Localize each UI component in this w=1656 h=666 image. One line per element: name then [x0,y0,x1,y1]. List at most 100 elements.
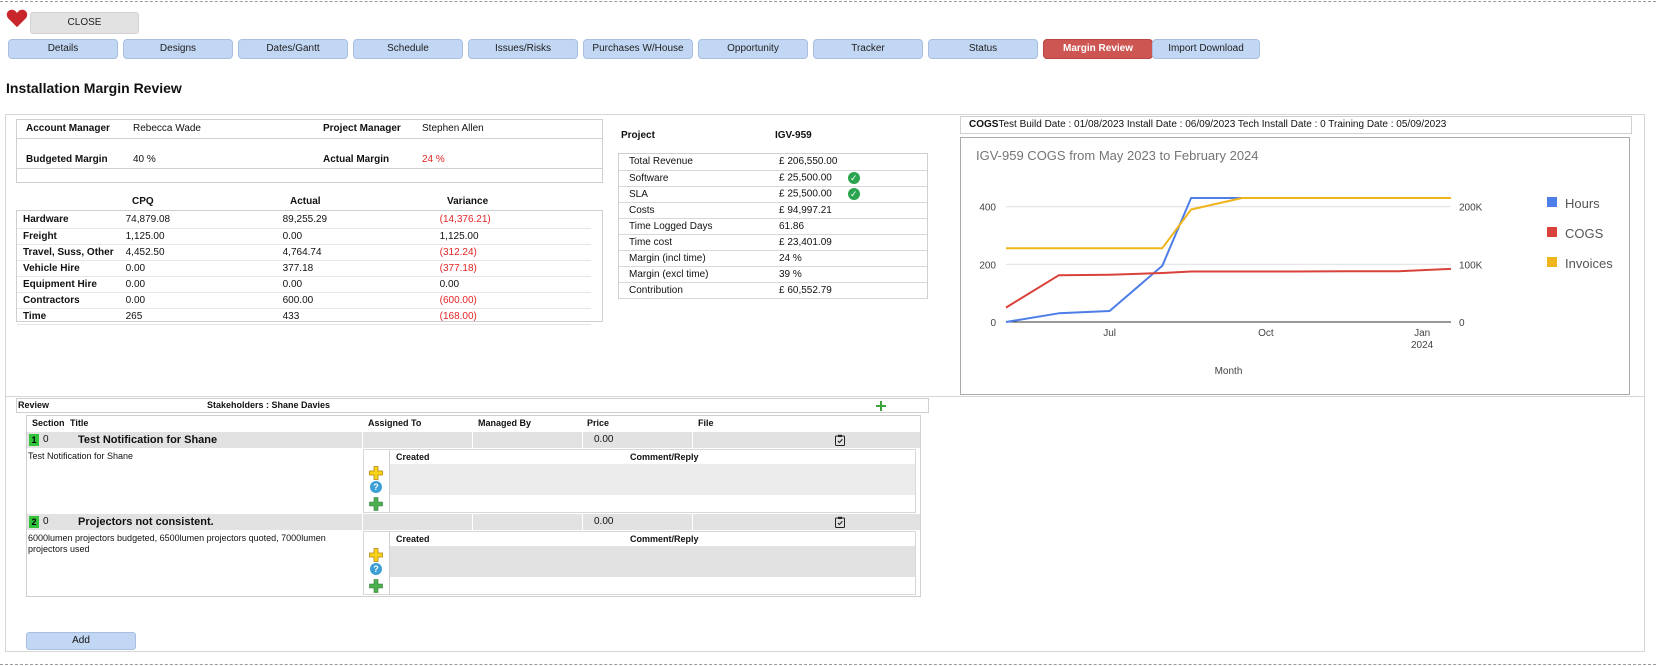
account-manager-value: Rebecca Wade [133,123,201,134]
margin-row-label: Equipment Hire [17,276,120,293]
financial-row-value: £ 25,500.00 [779,188,832,200]
tab-bar: Details Designs Dates/Gantt Schedule Iss… [8,39,1260,59]
heart-icon[interactable] [6,8,28,28]
add-reply-icon[interactable] [369,579,383,593]
bottom-border [0,664,1656,665]
financial-row-value: £ 206,550.00 [779,156,838,168]
tab-dates-gantt[interactable]: Dates/Gantt [238,39,348,59]
financial-row-value-cell: 24 % [769,250,927,267]
tab-tracker[interactable]: Tracker [813,39,923,59]
financial-row-value: 24 % [779,252,802,264]
comment-col-created: Created [396,534,430,544]
margin-row-label: Freight [17,228,120,245]
tab-status[interactable]: Status [928,39,1038,59]
legend-hours-label: Hours [1565,196,1600,211]
cogs-chart-svg: 0 200 400 0 100K 200K Jul Oct Jan2024 Month [979,197,1483,377]
financial-row-value: 61.86 [779,220,805,232]
financial-row-value: £ 25,500.00 [779,172,832,184]
margin-row-label: Travel, Suss, Other [17,244,120,261]
financial-row: Time Logged Days 61.86 [619,218,927,235]
y-right-tick-label: 0 [1459,318,1465,329]
item-number-badge: 1 [29,434,39,446]
item-title[interactable]: Projectors not consistent. [78,516,214,528]
financial-row-value: 39 % [779,268,802,280]
financial-row-value-cell: £ 25,500.00 ✓ [769,186,927,203]
financial-row: Margin (incl time) 24 % [619,250,927,267]
add-comment-icon[interactable] [369,466,383,480]
col-header-cpq: CPQ [132,196,154,207]
tab-designs[interactable]: Designs [123,39,233,59]
margin-row-actual: 0.00 [276,228,434,245]
tab-import-download[interactable]: Import Download [1152,39,1260,59]
legend-invoices: Invoices [1547,256,1613,271]
margin-row: Time 265 433 (168.00) [17,308,591,325]
tab-purchases-warehouse[interactable]: Purchases W/House [583,39,693,59]
financial-row-label: SLA [619,186,769,203]
add-reply-icon[interactable] [369,497,383,511]
financial-row-label: Margin (incl time) [619,250,769,267]
tab-schedule[interactable]: Schedule [353,39,463,59]
margin-row-label: Vehicle Hire [17,260,120,277]
help-icon[interactable]: ? [370,481,382,493]
add-button[interactable]: Add [26,632,136,650]
margin-row-actual: 0.00 [276,276,434,293]
add-review-icon[interactable] [876,401,886,411]
add-comment-icon[interactable] [369,548,383,562]
financial-row-value-cell: £ 206,550.00 [769,154,927,171]
margin-row-variance: (168.00) [433,308,591,325]
legend-hours: Hours [1547,196,1600,211]
margin-row-cpq: 1,125.00 [119,228,277,245]
y-left-tick-label: 200 [979,260,996,271]
margin-row-actual: 377.18 [276,260,434,277]
item-section: 0 [43,434,49,445]
margin-row-cpq: 0.00 [119,292,277,309]
financial-row-value: £ 23,401.09 [779,236,832,248]
tab-details[interactable]: Details [8,39,118,59]
help-icon[interactable]: ? [370,563,382,575]
check-circle-icon: ✓ [847,188,860,200]
x-tick-label: Jan [1414,328,1430,339]
tab-margin-review[interactable]: Margin Review [1043,39,1153,59]
financial-row-label: Time cost [619,234,769,251]
legend-hours-swatch [1547,197,1557,207]
item-title[interactable]: Test Notification for Shane [78,434,217,446]
project-label: Project [621,130,655,141]
financial-row: Margin (excl time) 39 % [619,266,927,283]
financial-row-value: £ 60,552.79 [779,284,832,296]
item-section: 0 [43,516,49,527]
series-line-invoices [1006,197,1451,250]
financial-row: Costs £ 94,997.21 [619,202,927,219]
tab-issues-risks[interactable]: Issues/Risks [468,39,578,59]
review-label: Review [18,400,50,410]
clipboard-check-icon[interactable] [834,434,846,446]
margin-row-cpq: 0.00 [119,276,277,293]
financial-row-value-cell: £ 60,552.79 [769,282,927,299]
review-header: Review Stakeholders : Shane Davies [16,398,929,413]
series-line-hours [1005,197,1451,323]
financial-row-value-cell: 61.86 [769,218,927,235]
margin-review-panel: Account Manager Rebecca Wade Project Man… [5,114,1645,652]
comments-panel: Created Comment/Reply [363,449,916,513]
item-description: 6000lumen projectors budgeted, 6500lumen… [28,533,326,554]
margin-row-variance: (600.00) [433,292,591,309]
financial-row: Time cost £ 23,401.09 [619,234,927,251]
margin-row-actual: 433 [276,308,434,325]
item-price: 0.00 [594,434,614,445]
margin-row: Vehicle Hire 0.00 377.18 (377.18) [17,260,591,277]
financial-row-label: Margin (excl time) [619,266,769,283]
col-section: Section [32,418,65,428]
close-button[interactable]: CLOSE [30,12,139,34]
margin-row: Contractors 0.00 600.00 (600.00) [17,292,591,309]
tab-opportunity[interactable]: Opportunity [698,39,808,59]
x-tick-label: Oct [1258,328,1274,339]
margin-row-actual: 4,764.74 [276,244,434,261]
financial-row: Software £ 25,500.00 ✓ [619,170,927,187]
financial-row-value-cell: 39 % [769,266,927,283]
review-table: Section Title Assigned To Managed By Pri… [26,415,921,597]
clipboard-check-icon[interactable] [834,516,846,528]
margin-row: Freight 1,125.00 0.00 1,125.00 [17,228,591,245]
legend-invoices-swatch [1547,257,1557,267]
item-price: 0.00 [594,516,614,527]
summary-box: Account Manager Rebecca Wade Project Man… [16,119,603,183]
budgeted-margin-label: Budgeted Margin [26,154,108,165]
